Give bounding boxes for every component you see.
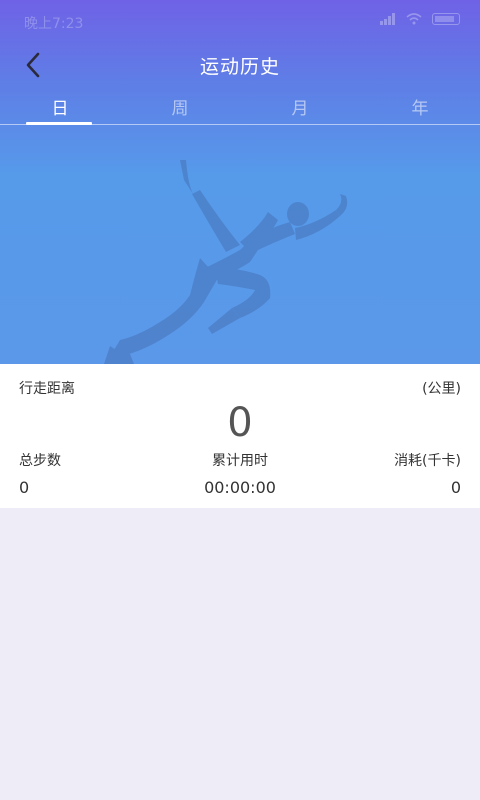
summary-card: 行走距离 (公里) 0 总步数 0 累计用时 00:00:00 消耗(千卡) 0 (0, 364, 480, 508)
status-time: 晚上7:23 (24, 16, 84, 32)
tab-day[interactable]: 日 (0, 94, 120, 119)
runner-illustration (104, 160, 348, 364)
tab-indicator (26, 122, 92, 125)
calories-value: 0 (450, 478, 461, 497)
status-icons (380, 13, 460, 25)
calories-stat: 消耗(千卡) 0 (394, 450, 461, 497)
calories-label: 消耗(千卡) (394, 453, 461, 469)
signal-icon (380, 13, 395, 25)
tab-month[interactable]: 月 (240, 94, 360, 119)
nav-bar: 运动历史 (0, 40, 480, 90)
status-bar: 晚上7:23 (0, 0, 480, 44)
tab-week[interactable]: 周 (120, 94, 240, 119)
distance-label: 行走距离 (19, 381, 75, 397)
distance-value: 0 (227, 400, 253, 446)
battery-icon (432, 13, 460, 25)
wifi-icon (406, 13, 422, 25)
page-title: 运动历史 (199, 56, 280, 78)
tab-year[interactable]: 年 (360, 94, 480, 119)
hero-banner: 晚上7:23 运动历史 日 周 月 年 (0, 0, 480, 364)
distance-unit: (公里) (422, 381, 461, 397)
